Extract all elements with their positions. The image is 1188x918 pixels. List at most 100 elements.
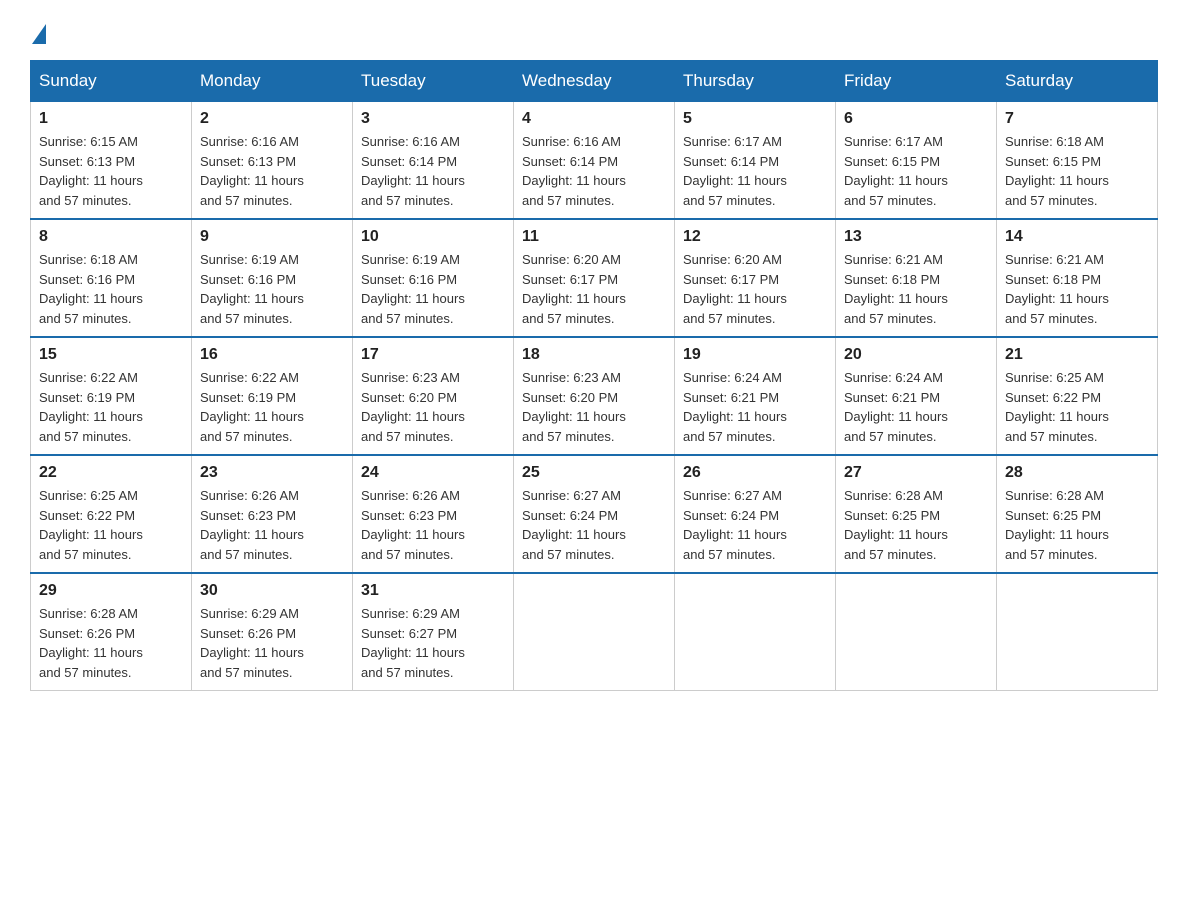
header-thursday: Thursday — [675, 61, 836, 102]
day-number: 24 — [361, 464, 505, 482]
calendar-table: SundayMondayTuesdayWednesdayThursdayFrid… — [30, 60, 1158, 691]
day-info: Sunrise: 6:22 AM Sunset: 6:19 PM Dayligh… — [39, 368, 183, 446]
day-info: Sunrise: 6:16 AM Sunset: 6:14 PM Dayligh… — [361, 132, 505, 210]
day-info: Sunrise: 6:22 AM Sunset: 6:19 PM Dayligh… — [200, 368, 344, 446]
day-info: Sunrise: 6:27 AM Sunset: 6:24 PM Dayligh… — [683, 486, 827, 564]
calendar-cell — [514, 573, 675, 691]
calendar-cell: 1 Sunrise: 6:15 AM Sunset: 6:13 PM Dayli… — [31, 102, 192, 220]
day-number: 5 — [683, 110, 827, 128]
day-info: Sunrise: 6:16 AM Sunset: 6:14 PM Dayligh… — [522, 132, 666, 210]
header-friday: Friday — [836, 61, 997, 102]
page-header — [30, 20, 1158, 40]
calendar-cell: 22 Sunrise: 6:25 AM Sunset: 6:22 PM Dayl… — [31, 455, 192, 573]
calendar-cell: 14 Sunrise: 6:21 AM Sunset: 6:18 PM Dayl… — [997, 219, 1158, 337]
day-info: Sunrise: 6:24 AM Sunset: 6:21 PM Dayligh… — [683, 368, 827, 446]
calendar-cell: 15 Sunrise: 6:22 AM Sunset: 6:19 PM Dayl… — [31, 337, 192, 455]
calendar-cell: 8 Sunrise: 6:18 AM Sunset: 6:16 PM Dayli… — [31, 219, 192, 337]
header-wednesday: Wednesday — [514, 61, 675, 102]
day-number: 22 — [39, 464, 183, 482]
day-number: 15 — [39, 346, 183, 364]
calendar-cell: 17 Sunrise: 6:23 AM Sunset: 6:20 PM Dayl… — [353, 337, 514, 455]
calendar-week-row: 15 Sunrise: 6:22 AM Sunset: 6:19 PM Dayl… — [31, 337, 1158, 455]
day-info: Sunrise: 6:20 AM Sunset: 6:17 PM Dayligh… — [683, 250, 827, 328]
day-info: Sunrise: 6:18 AM Sunset: 6:15 PM Dayligh… — [1005, 132, 1149, 210]
day-number: 30 — [200, 582, 344, 600]
day-info: Sunrise: 6:29 AM Sunset: 6:26 PM Dayligh… — [200, 604, 344, 682]
calendar-week-row: 1 Sunrise: 6:15 AM Sunset: 6:13 PM Dayli… — [31, 102, 1158, 220]
day-info: Sunrise: 6:28 AM Sunset: 6:26 PM Dayligh… — [39, 604, 183, 682]
day-number: 23 — [200, 464, 344, 482]
calendar-cell: 27 Sunrise: 6:28 AM Sunset: 6:25 PM Dayl… — [836, 455, 997, 573]
day-info: Sunrise: 6:26 AM Sunset: 6:23 PM Dayligh… — [200, 486, 344, 564]
header-sunday: Sunday — [31, 61, 192, 102]
day-number: 2 — [200, 110, 344, 128]
calendar-header-row: SundayMondayTuesdayWednesdayThursdayFrid… — [31, 61, 1158, 102]
day-info: Sunrise: 6:16 AM Sunset: 6:13 PM Dayligh… — [200, 132, 344, 210]
calendar-cell: 30 Sunrise: 6:29 AM Sunset: 6:26 PM Dayl… — [192, 573, 353, 691]
calendar-cell: 29 Sunrise: 6:28 AM Sunset: 6:26 PM Dayl… — [31, 573, 192, 691]
calendar-cell: 28 Sunrise: 6:28 AM Sunset: 6:25 PM Dayl… — [997, 455, 1158, 573]
day-info: Sunrise: 6:21 AM Sunset: 6:18 PM Dayligh… — [1005, 250, 1149, 328]
day-number: 17 — [361, 346, 505, 364]
day-number: 4 — [522, 110, 666, 128]
day-info: Sunrise: 6:28 AM Sunset: 6:25 PM Dayligh… — [1005, 486, 1149, 564]
day-info: Sunrise: 6:21 AM Sunset: 6:18 PM Dayligh… — [844, 250, 988, 328]
day-number: 14 — [1005, 228, 1149, 246]
calendar-cell — [675, 573, 836, 691]
calendar-cell: 12 Sunrise: 6:20 AM Sunset: 6:17 PM Dayl… — [675, 219, 836, 337]
calendar-cell: 5 Sunrise: 6:17 AM Sunset: 6:14 PM Dayli… — [675, 102, 836, 220]
day-number: 21 — [1005, 346, 1149, 364]
day-number: 31 — [361, 582, 505, 600]
day-info: Sunrise: 6:15 AM Sunset: 6:13 PM Dayligh… — [39, 132, 183, 210]
day-number: 16 — [200, 346, 344, 364]
header-saturday: Saturday — [997, 61, 1158, 102]
day-info: Sunrise: 6:23 AM Sunset: 6:20 PM Dayligh… — [361, 368, 505, 446]
calendar-cell: 11 Sunrise: 6:20 AM Sunset: 6:17 PM Dayl… — [514, 219, 675, 337]
day-number: 8 — [39, 228, 183, 246]
calendar-cell: 23 Sunrise: 6:26 AM Sunset: 6:23 PM Dayl… — [192, 455, 353, 573]
calendar-cell — [997, 573, 1158, 691]
calendar-cell: 2 Sunrise: 6:16 AM Sunset: 6:13 PM Dayli… — [192, 102, 353, 220]
calendar-cell: 18 Sunrise: 6:23 AM Sunset: 6:20 PM Dayl… — [514, 337, 675, 455]
calendar-cell: 16 Sunrise: 6:22 AM Sunset: 6:19 PM Dayl… — [192, 337, 353, 455]
calendar-cell: 6 Sunrise: 6:17 AM Sunset: 6:15 PM Dayli… — [836, 102, 997, 220]
day-number: 18 — [522, 346, 666, 364]
calendar-week-row: 22 Sunrise: 6:25 AM Sunset: 6:22 PM Dayl… — [31, 455, 1158, 573]
calendar-cell: 13 Sunrise: 6:21 AM Sunset: 6:18 PM Dayl… — [836, 219, 997, 337]
calendar-week-row: 29 Sunrise: 6:28 AM Sunset: 6:26 PM Dayl… — [31, 573, 1158, 691]
calendar-cell — [836, 573, 997, 691]
day-number: 26 — [683, 464, 827, 482]
calendar-cell: 4 Sunrise: 6:16 AM Sunset: 6:14 PM Dayli… — [514, 102, 675, 220]
header-monday: Monday — [192, 61, 353, 102]
calendar-cell: 24 Sunrise: 6:26 AM Sunset: 6:23 PM Dayl… — [353, 455, 514, 573]
calendar-cell: 21 Sunrise: 6:25 AM Sunset: 6:22 PM Dayl… — [997, 337, 1158, 455]
day-info: Sunrise: 6:24 AM Sunset: 6:21 PM Dayligh… — [844, 368, 988, 446]
day-number: 19 — [683, 346, 827, 364]
day-number: 27 — [844, 464, 988, 482]
day-number: 13 — [844, 228, 988, 246]
calendar-week-row: 8 Sunrise: 6:18 AM Sunset: 6:16 PM Dayli… — [31, 219, 1158, 337]
calendar-cell: 7 Sunrise: 6:18 AM Sunset: 6:15 PM Dayli… — [997, 102, 1158, 220]
day-info: Sunrise: 6:20 AM Sunset: 6:17 PM Dayligh… — [522, 250, 666, 328]
day-number: 29 — [39, 582, 183, 600]
calendar-cell: 26 Sunrise: 6:27 AM Sunset: 6:24 PM Dayl… — [675, 455, 836, 573]
day-info: Sunrise: 6:19 AM Sunset: 6:16 PM Dayligh… — [200, 250, 344, 328]
day-info: Sunrise: 6:25 AM Sunset: 6:22 PM Dayligh… — [1005, 368, 1149, 446]
day-number: 6 — [844, 110, 988, 128]
calendar-cell: 31 Sunrise: 6:29 AM Sunset: 6:27 PM Dayl… — [353, 573, 514, 691]
logo-triangle-icon — [32, 24, 46, 44]
day-info: Sunrise: 6:17 AM Sunset: 6:14 PM Dayligh… — [683, 132, 827, 210]
calendar-cell: 20 Sunrise: 6:24 AM Sunset: 6:21 PM Dayl… — [836, 337, 997, 455]
day-info: Sunrise: 6:25 AM Sunset: 6:22 PM Dayligh… — [39, 486, 183, 564]
calendar-cell: 9 Sunrise: 6:19 AM Sunset: 6:16 PM Dayli… — [192, 219, 353, 337]
day-info: Sunrise: 6:17 AM Sunset: 6:15 PM Dayligh… — [844, 132, 988, 210]
day-number: 10 — [361, 228, 505, 246]
day-number: 20 — [844, 346, 988, 364]
day-info: Sunrise: 6:18 AM Sunset: 6:16 PM Dayligh… — [39, 250, 183, 328]
day-info: Sunrise: 6:29 AM Sunset: 6:27 PM Dayligh… — [361, 604, 505, 682]
day-info: Sunrise: 6:19 AM Sunset: 6:16 PM Dayligh… — [361, 250, 505, 328]
day-number: 12 — [683, 228, 827, 246]
header-tuesday: Tuesday — [353, 61, 514, 102]
day-number: 28 — [1005, 464, 1149, 482]
day-number: 1 — [39, 110, 183, 128]
